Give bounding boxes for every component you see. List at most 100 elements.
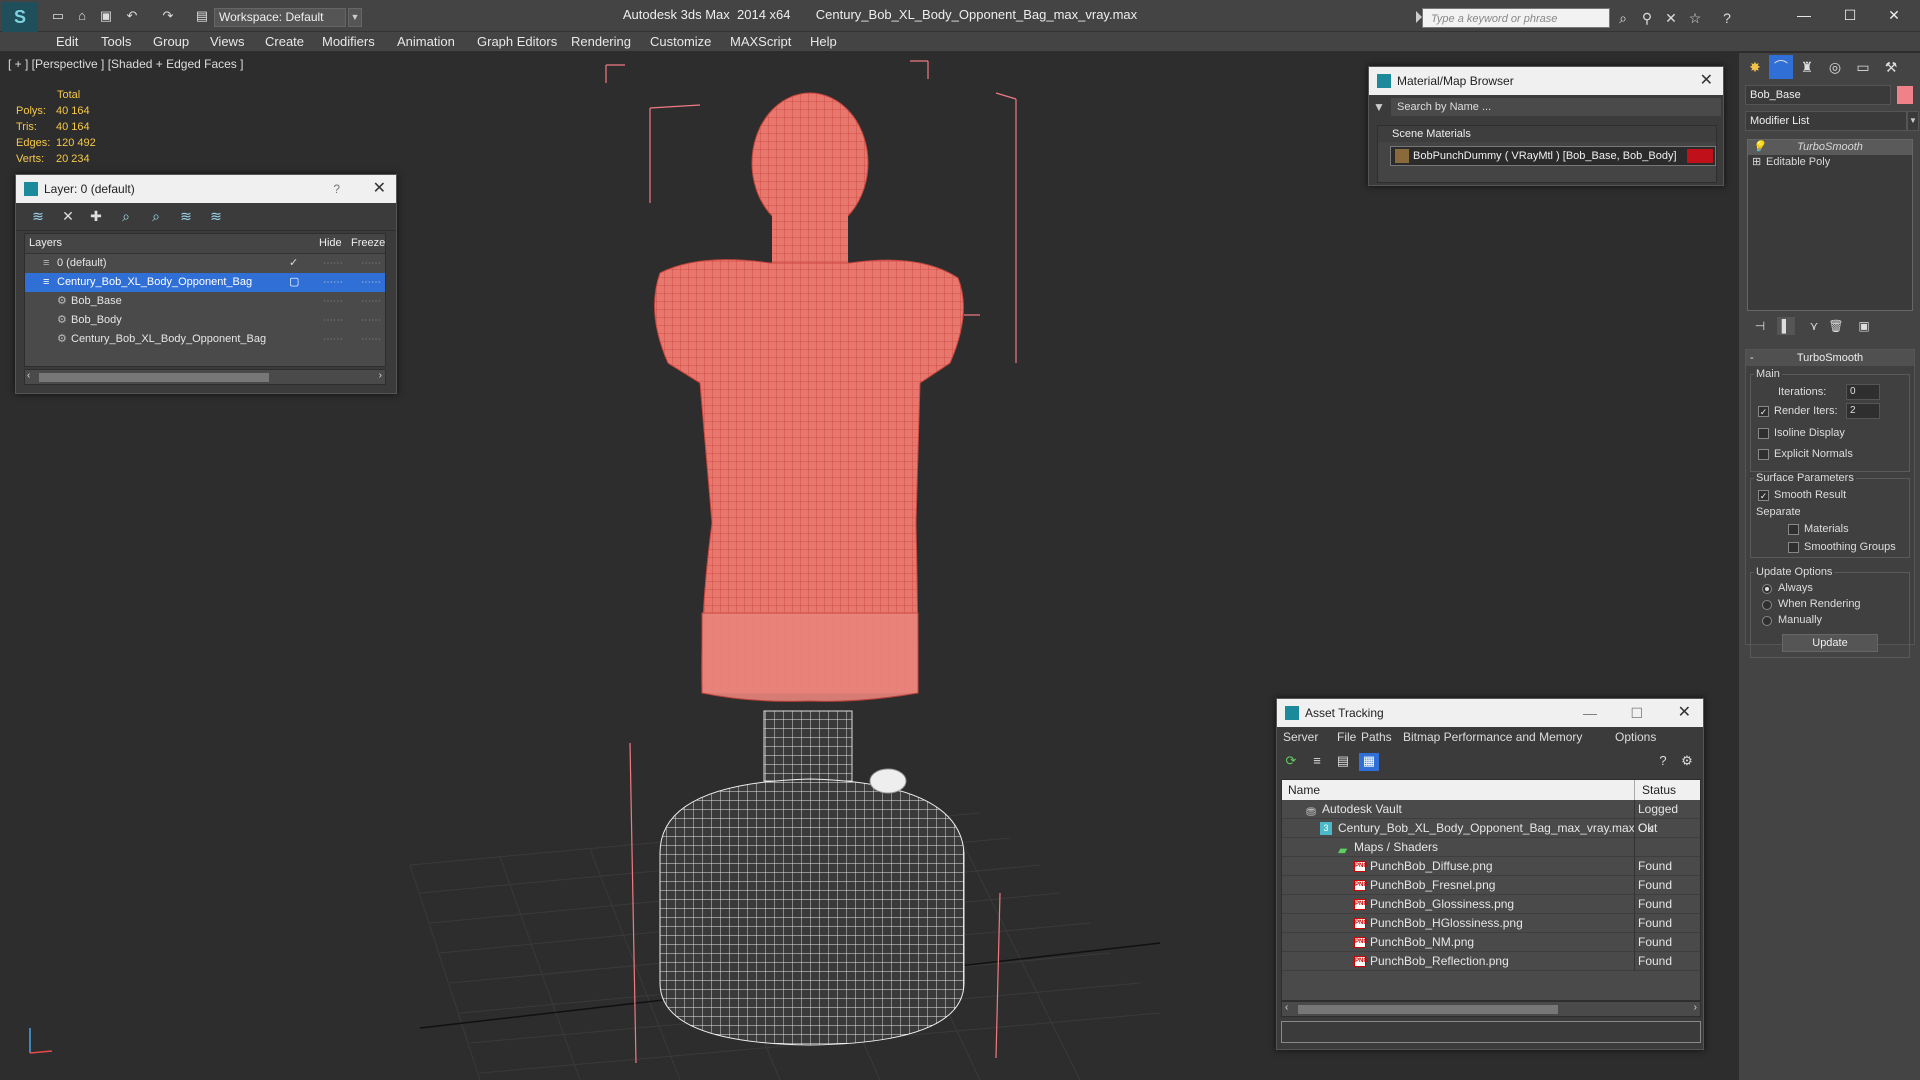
hierarchy-tab-icon[interactable]: ♜ (1795, 55, 1819, 79)
asset-path-field[interactable] (1281, 1021, 1701, 1043)
utilities-tab-icon[interactable]: ⚒ (1879, 55, 1903, 79)
scroll-right-icon[interactable]: › (1694, 1002, 1697, 1013)
column-name[interactable]: Name (1288, 780, 1320, 800)
menu-help[interactable]: Help (810, 34, 837, 49)
menu-edit[interactable]: Edit (56, 34, 78, 49)
asset-tracking-titlebar[interactable]: Asset Tracking — ☐ ✕ (1277, 699, 1703, 727)
communication-icon[interactable]: ✕ (1662, 9, 1680, 27)
freeze-toggle[interactable]: ⋯⋯ (361, 311, 381, 330)
when-rendering-radio[interactable] (1762, 600, 1772, 610)
layer-window-titlebar[interactable]: Layer: 0 (default) ? ✕ (16, 175, 396, 203)
delete-layer-icon[interactable]: ✕ (58, 208, 78, 226)
detail-view-icon[interactable]: ▤ (1333, 753, 1353, 771)
menu-file[interactable]: File (1337, 730, 1356, 744)
layer-row[interactable]: ⚙ Bob_Body ⋯⋯ ⋯⋯ (25, 311, 385, 330)
manually-radio[interactable] (1762, 616, 1772, 626)
menu-server[interactable]: Server (1283, 730, 1318, 744)
scroll-right-icon[interactable]: › (379, 370, 382, 381)
explicit-normals-checkbox[interactable] (1758, 449, 1769, 460)
object-name-field[interactable]: Bob_Base (1745, 85, 1891, 105)
settings-icon[interactable]: ⚙ (1677, 753, 1697, 771)
lightbulb-icon[interactable]: 💡 (1752, 140, 1766, 155)
search-input[interactable]: Type a keyword or phrase (1422, 8, 1610, 28)
render-iters-checkbox[interactable]: ✓ (1758, 406, 1769, 417)
scrollbar-thumb[interactable] (39, 373, 269, 382)
pin-stack-icon[interactable]: ⊣ (1751, 317, 1769, 335)
column-status[interactable]: Status (1642, 780, 1676, 800)
active-checkmark-icon[interactable]: ✓ (289, 254, 298, 273)
minimize-button[interactable]: — (1784, 4, 1824, 26)
modify-tab-icon[interactable]: ⌒ (1769, 55, 1793, 79)
asset-row[interactable]: 3 Century_Bob_XL_Body_Opponent_Bag_max_v… (1282, 819, 1700, 838)
make-current-icon[interactable]: ▢ (289, 273, 299, 292)
close-icon[interactable]: ✕ (1700, 67, 1713, 95)
horizontal-scrollbar[interactable]: ‹ › (24, 369, 386, 385)
scrollbar-thumb[interactable] (1298, 1005, 1558, 1014)
menu-bitmap-performance[interactable]: Bitmap Performance and Memory (1403, 730, 1582, 744)
asset-row[interactable]: ⛃ Autodesk Vault Logged Out (1282, 800, 1700, 835)
smoothing-groups-checkbox[interactable] (1788, 542, 1799, 553)
maximize-icon[interactable]: ☐ (1630, 699, 1643, 727)
help-button[interactable]: ? (333, 175, 340, 203)
asset-row[interactable]: PNG PunchBob_Reflection.png Found (1282, 952, 1700, 971)
create-tab-icon[interactable]: ✸ (1743, 55, 1767, 79)
menu-rendering[interactable]: Rendering (571, 34, 631, 49)
undo-icon[interactable]: ↶ (124, 8, 140, 24)
material-entry[interactable]: BobPunchDummy ( VRayMtl ) [Bob_Base, Bob… (1390, 146, 1716, 166)
hide-toggle[interactable]: ⋯⋯ (323, 292, 343, 311)
maximize-button[interactable]: ☐ (1830, 4, 1870, 26)
create-layer-icon[interactable]: ≋ (28, 208, 48, 226)
layer-row[interactable]: ⚙ Bob_Base ⋯⋯ ⋯⋯ (25, 292, 385, 311)
motion-tab-icon[interactable]: ◎ (1823, 55, 1847, 79)
modifier-list-dropdown[interactable]: Modifier List (1745, 111, 1907, 131)
scene-materials-section[interactable]: Scene Materials (1378, 126, 1716, 142)
stack-item-turbosmooth[interactable]: 💡 TurboSmooth (1748, 140, 1912, 155)
open-file-icon[interactable]: ⌂ (74, 8, 90, 24)
menu-graph-editors[interactable]: Graph Editors (477, 34, 557, 49)
select-objects-icon[interactable]: ⌕ (116, 208, 136, 226)
menu-customize[interactable]: Customize (650, 34, 711, 49)
collapse-icon[interactable]: - (1750, 350, 1754, 366)
close-icon[interactable]: ✕ (1678, 699, 1691, 727)
freeze-toggle[interactable]: ⋯⋯ (361, 292, 381, 311)
favorites-star-icon[interactable]: ☆ (1686, 9, 1704, 27)
freeze-all-icon[interactable]: ≋ (206, 208, 226, 226)
hide-toggle[interactable]: ⋯⋯ (323, 254, 343, 273)
make-unique-icon[interactable]: ⋎ (1805, 317, 1823, 335)
menu-group[interactable]: Group (153, 34, 189, 49)
help-icon[interactable]: ? (1718, 9, 1736, 27)
asset-row[interactable]: ▰ Maps / Shaders (1282, 838, 1700, 857)
always-radio[interactable] (1762, 584, 1772, 594)
material-map-browser[interactable]: Material/Map Browser ✕ ▼ Search by Name … (1368, 66, 1724, 186)
asset-row[interactable]: PNG PunchBob_Glossiness.png Found (1282, 895, 1700, 914)
column-layers[interactable]: Layers (29, 237, 62, 249)
redo-icon[interactable]: ↷ (160, 8, 176, 24)
render-iters-spinner[interactable]: 2 (1846, 403, 1880, 419)
table-view-icon[interactable]: ▦ (1359, 753, 1379, 771)
horizontal-scrollbar[interactable]: ‹ › (1281, 1001, 1701, 1017)
freeze-toggle[interactable]: ⋯⋯ (361, 254, 381, 273)
app-logo-icon[interactable]: S (2, 2, 38, 32)
iterations-spinner[interactable]: 0 (1846, 384, 1880, 400)
asset-row[interactable]: PNG PunchBob_Diffuse.png Found (1282, 857, 1700, 876)
layer-row[interactable]: ≡ Century_Bob_XL_Body_Opponent_Bag ▢ ⋯⋯ … (25, 273, 385, 292)
column-freeze[interactable]: Freeze (351, 237, 385, 249)
freeze-toggle[interactable]: ⋯⋯ (361, 273, 381, 292)
menu-options[interactable]: Options (1615, 730, 1656, 744)
isoline-checkbox[interactable] (1758, 428, 1769, 439)
list-view-icon[interactable]: ≡ (1307, 753, 1327, 771)
scroll-left-icon[interactable]: ‹ (1285, 1002, 1288, 1013)
asset-row[interactable]: PNG PunchBob_NM.png Found (1282, 933, 1700, 952)
hide-toggle[interactable]: ⋯⋯ (323, 330, 343, 349)
save-file-icon[interactable]: ▣ (98, 8, 114, 24)
menu-paths[interactable]: Paths (1361, 730, 1392, 744)
close-icon[interactable]: ✕ (373, 175, 386, 203)
subscription-icon[interactable]: ⚲ (1638, 9, 1656, 27)
stack-item-editable-poly[interactable]: ⊞ Editable Poly (1748, 155, 1912, 170)
asset-tracking-window[interactable]: Asset Tracking — ☐ ✕ Server File Paths B… (1276, 698, 1704, 1050)
configure-sets-icon[interactable]: ▣ (1855, 317, 1873, 335)
materials-checkbox[interactable] (1788, 524, 1799, 535)
hide-toggle[interactable]: ⋯⋯ (323, 273, 343, 292)
asset-row[interactable]: PNG PunchBob_Fresnel.png Found (1282, 876, 1700, 895)
layer-row[interactable]: ≡ 0 (default) ✓ ⋯⋯ ⋯⋯ (25, 254, 385, 273)
